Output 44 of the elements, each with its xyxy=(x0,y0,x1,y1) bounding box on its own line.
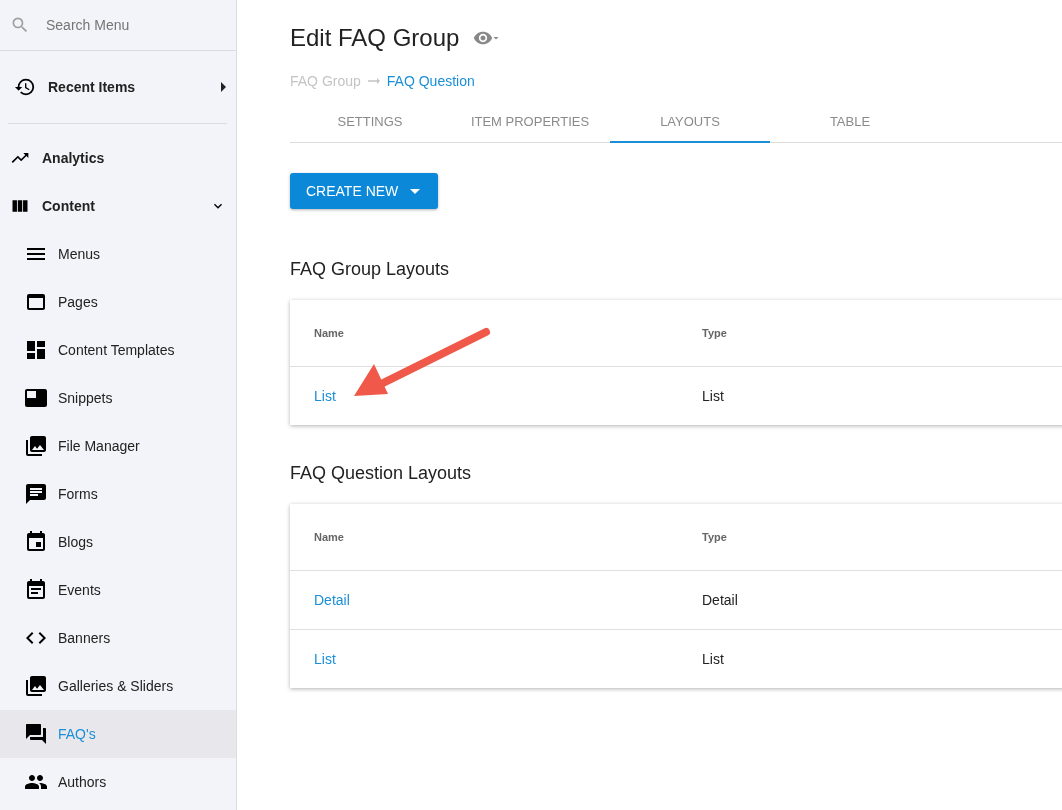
nav-item[interactable]: Analytics xyxy=(0,134,236,182)
column-header: Type xyxy=(702,327,728,339)
nav-item[interactable]: Blogs xyxy=(0,518,236,566)
calendar-icon xyxy=(24,530,48,554)
nav-item[interactable]: Content xyxy=(0,182,236,230)
search-icon xyxy=(10,15,30,35)
column-header: Name xyxy=(314,531,345,543)
image-folder-icon xyxy=(24,434,48,458)
page-title: Edit FAQ Group xyxy=(290,24,460,52)
calendar-icon xyxy=(24,578,48,602)
layout-link[interactable]: List xyxy=(314,651,702,667)
nav-item[interactable]: Snippets xyxy=(0,374,236,422)
nav-item[interactable]: Content Templates xyxy=(0,326,236,374)
nav-item[interactable]: Menus xyxy=(0,230,236,278)
section-title: FAQ Group Layouts xyxy=(290,259,451,280)
template-icon xyxy=(24,338,48,362)
caret-icon xyxy=(410,188,421,194)
snippet-icon xyxy=(24,386,48,410)
recent-items-item[interactable]: Recent Items xyxy=(0,51,236,123)
nav-item[interactable]: Authors xyxy=(0,758,236,806)
table-cell-text: Detail xyxy=(702,592,739,608)
caret-icon xyxy=(221,82,226,92)
nav-item[interactable]: Forms xyxy=(0,470,236,518)
table-cell-text: List xyxy=(702,651,725,667)
breadcrumb-link[interactable]: FAQ Question xyxy=(386,73,475,89)
tab[interactable]: SETTINGS xyxy=(290,102,450,143)
gallery-icon xyxy=(24,674,48,698)
section-title: FAQ Question Layouts xyxy=(290,463,473,484)
nav-item[interactable]: Galleries & Sliders xyxy=(0,662,236,710)
nav-item[interactable]: Events xyxy=(0,566,236,614)
search-field[interactable]: Search Menu xyxy=(44,16,218,34)
table-cell-text: List xyxy=(702,388,725,404)
column-header: Type xyxy=(702,531,728,543)
message-icon xyxy=(24,482,48,506)
nav-item[interactable]: Banners xyxy=(0,614,236,662)
column-header: Name xyxy=(314,327,345,339)
nav-item[interactable]: Pages xyxy=(0,278,236,326)
chat-icon xyxy=(24,722,48,746)
layout-link[interactable]: Detail xyxy=(314,592,702,608)
layout-link[interactable]: List xyxy=(314,388,702,404)
create-new-button[interactable]: CREATE NEW xyxy=(290,173,439,209)
nav-item[interactable]: File Manager xyxy=(0,422,236,470)
history-icon xyxy=(14,76,36,98)
tab[interactable]: LAYOUTS xyxy=(610,102,770,143)
